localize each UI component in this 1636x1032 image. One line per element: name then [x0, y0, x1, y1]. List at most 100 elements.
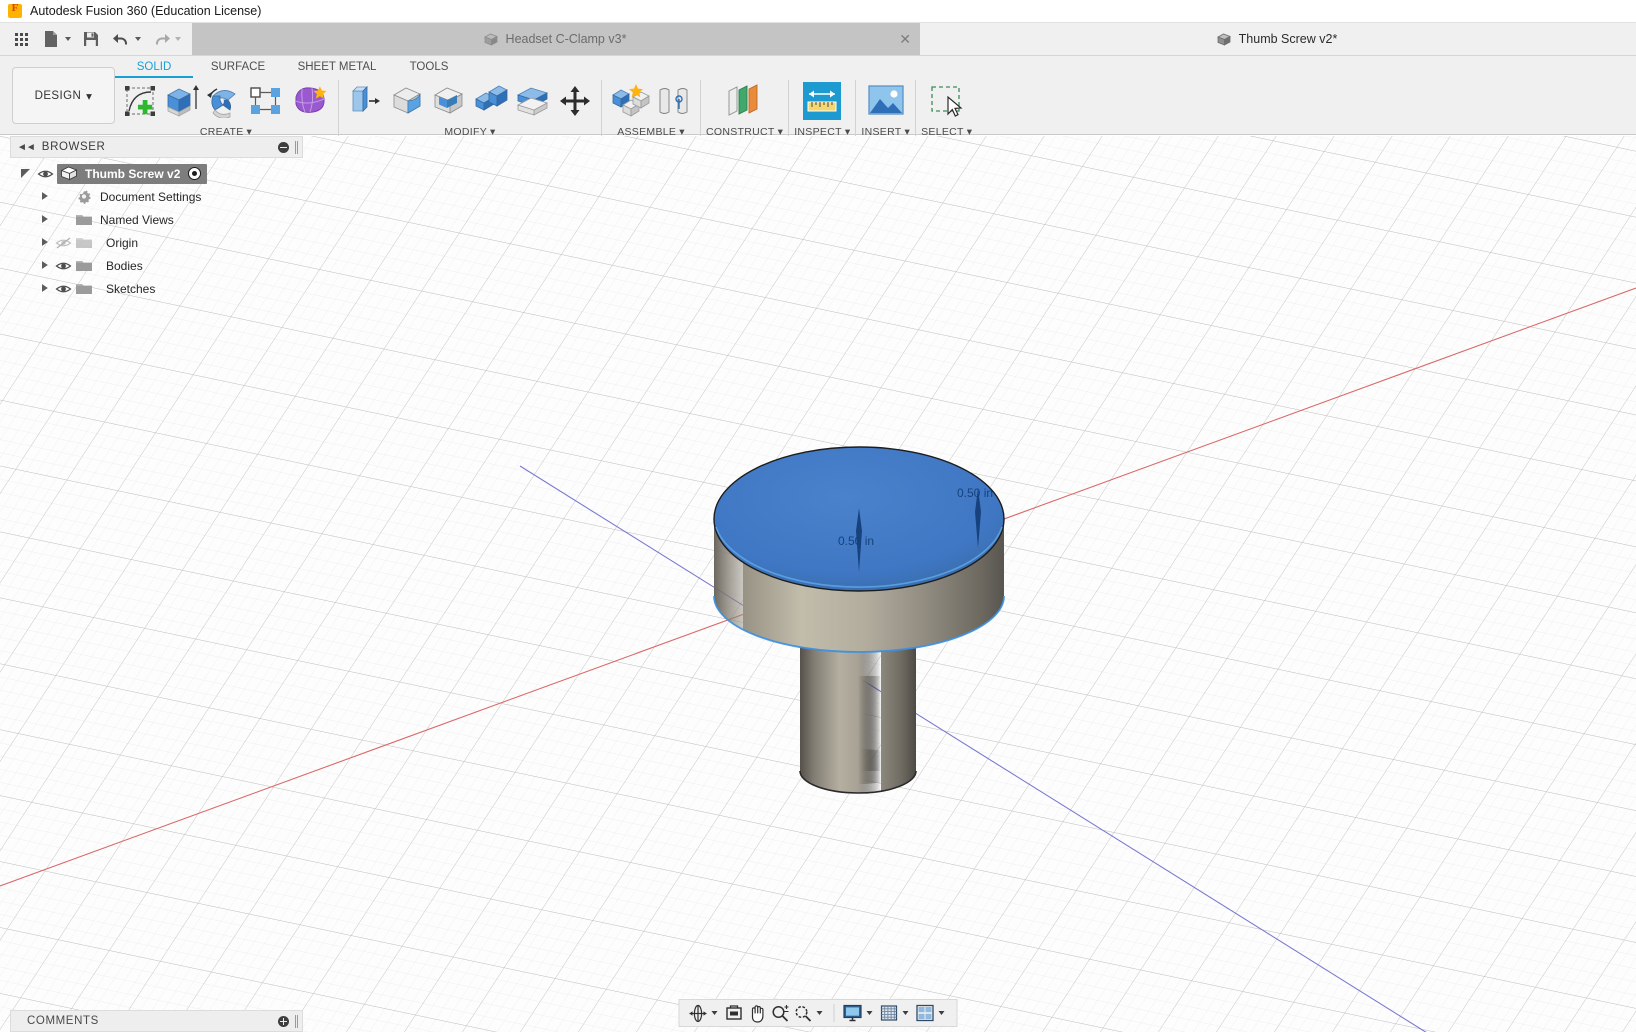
grid-snaps-button[interactable] — [878, 1001, 901, 1025]
tree-item-origin[interactable]: Origin — [10, 231, 303, 254]
tree-item-label: Named Views — [100, 212, 174, 227]
press-pull-tool[interactable] — [344, 80, 386, 122]
insert-image-icon — [868, 85, 904, 115]
sketch-plus-icon — [125, 86, 155, 116]
offset-plane-tool[interactable] — [722, 80, 768, 122]
create-form-tool[interactable] — [287, 80, 333, 122]
ribbon-tab-surface[interactable]: SURFACE — [193, 58, 283, 78]
undo-button[interactable] — [108, 26, 134, 52]
tree-item-label: Thumb Screw v2 — [85, 166, 181, 181]
extrude-tool[interactable] — [161, 80, 203, 122]
close-icon[interactable]: ✕ — [899, 32, 911, 46]
workspace-selector[interactable]: DESIGN ▾ — [12, 67, 115, 124]
tree-item-named-views[interactable]: Named Views — [10, 208, 303, 231]
move-copy-tool[interactable] — [554, 80, 596, 122]
expander-closed-icon[interactable] — [38, 236, 51, 249]
combine-tool[interactable] — [470, 80, 512, 122]
viewport-layout-button[interactable] — [914, 1001, 937, 1025]
expander-closed-icon[interactable] — [38, 213, 51, 226]
zoom-window-button[interactable] — [792, 1001, 815, 1025]
activate-component-radio[interactable] — [188, 167, 202, 180]
zoom-window-caret-icon[interactable] — [816, 1011, 823, 1015]
rectangular-pattern-icon — [250, 87, 280, 114]
shell-icon — [434, 87, 463, 114]
add-comment-icon[interactable] — [278, 1015, 289, 1027]
panel-divider — [855, 80, 857, 136]
viewport-layout-caret-icon[interactable] — [938, 1011, 945, 1015]
create-sketch-tool[interactable] — [119, 80, 161, 122]
joint-icon — [659, 88, 688, 114]
ribbon-tab-tools[interactable]: TOOLS — [391, 58, 467, 78]
new-document-caret-icon[interactable] — [65, 37, 71, 41]
double-chevron-left-icon[interactable]: ◄◄ — [17, 142, 36, 153]
fillet-tool[interactable] — [386, 80, 428, 122]
measure-tool[interactable] — [799, 80, 845, 122]
tree-item-thumb-screw[interactable]: Thumb Screw v2 — [10, 162, 303, 185]
new-document-button[interactable] — [38, 26, 64, 52]
orbit-button[interactable] — [687, 1001, 710, 1025]
display-monitor-icon — [843, 1004, 862, 1022]
cube-icon — [1216, 33, 1231, 46]
expander-closed-icon[interactable] — [38, 282, 51, 295]
zoom-button[interactable] — [769, 1001, 792, 1025]
undo-arrow-icon — [112, 34, 127, 45]
split-body-icon — [516, 87, 549, 116]
application-title: Autodesk Fusion 360 (Education License) — [30, 4, 262, 18]
document-tab-headset-c-clamp[interactable]: Headset C-Clamp v3* ✕ — [192, 23, 920, 55]
visibility-eye-hidden-icon[interactable] — [55, 236, 72, 250]
select-tool[interactable] — [924, 80, 970, 122]
folder-icon — [76, 261, 92, 271]
display-settings-caret-icon[interactable] — [866, 1011, 873, 1015]
redo-button[interactable] — [148, 26, 174, 52]
folder-icon — [76, 284, 92, 294]
ribbon-tab-sheet-metal[interactable]: SHEET METAL — [283, 58, 391, 78]
look-at-button[interactable] — [723, 1001, 746, 1025]
browser-title: BROWSER — [41, 141, 106, 153]
display-settings-button[interactable] — [841, 1001, 865, 1025]
comments-bar[interactable]: COMMENTS — [10, 1010, 303, 1032]
app-grid-button[interactable] — [8, 26, 34, 52]
expander-closed-icon[interactable] — [38, 190, 51, 203]
orbit-caret-icon[interactable] — [711, 1011, 718, 1015]
visibility-eye-icon[interactable] — [55, 282, 72, 296]
title-bar: Autodesk Fusion 360 (Education License) — [0, 0, 1636, 23]
comments-title: COMMENTS — [27, 1015, 99, 1027]
split-face-tool[interactable] — [512, 80, 554, 122]
undo-caret-icon[interactable] — [135, 37, 141, 41]
gear-icon — [78, 190, 91, 204]
document-tab-thumb-screw[interactable]: Thumb Screw v2* — [920, 23, 1636, 55]
zoom-window-icon — [795, 1005, 812, 1022]
revolve-tool[interactable] — [203, 80, 245, 122]
redo-caret-icon[interactable] — [175, 37, 181, 41]
comments-resize-grip[interactable] — [295, 1014, 298, 1028]
panel-resize-grip[interactable] — [295, 140, 298, 154]
visibility-eye-icon[interactable] — [55, 259, 72, 273]
workspace-selector-label: DESIGN — [34, 89, 82, 102]
combine-icon — [475, 85, 508, 111]
save-button[interactable] — [78, 26, 104, 52]
new-component-tool[interactable] — [607, 80, 653, 122]
shell-tool[interactable] — [428, 80, 470, 122]
expander-closed-icon[interactable] — [38, 259, 51, 272]
work-area: 0.50 in 0.50 in ◄◄ BROWSER Thumb Screw v… — [0, 136, 1636, 1032]
pan-button[interactable] — [746, 1001, 769, 1025]
ribbon-tab-solid[interactable]: SOLID — [115, 58, 193, 78]
expander-open-icon[interactable] — [20, 167, 33, 180]
extrude-icon — [167, 85, 199, 117]
tree-item-label: Bodies — [106, 258, 143, 273]
visibility-placeholder — [55, 190, 72, 204]
ribbon-panel-assemble: ASSEMBLE ▾ — [607, 78, 695, 138]
minimize-circle-icon[interactable] — [278, 141, 289, 153]
fusion360-logo-icon — [8, 2, 22, 18]
tree-item-sketches[interactable]: Sketches — [10, 277, 303, 300]
visibility-eye-icon[interactable] — [37, 167, 54, 181]
tree-item-bodies[interactable]: Bodies — [10, 254, 303, 277]
tree-item-document-settings[interactable]: Document Settings — [10, 185, 303, 208]
grid-snaps-caret-icon[interactable] — [902, 1011, 909, 1015]
browser-tree: Thumb Screw v2 Document Settings Named V… — [10, 158, 303, 300]
pattern-tool[interactable] — [245, 80, 287, 122]
panel-divider — [700, 80, 701, 136]
joint-tool[interactable] — [653, 80, 695, 122]
dimension-label-diameter: 0.50 in — [838, 534, 875, 548]
insert-image-tool[interactable] — [863, 80, 909, 122]
